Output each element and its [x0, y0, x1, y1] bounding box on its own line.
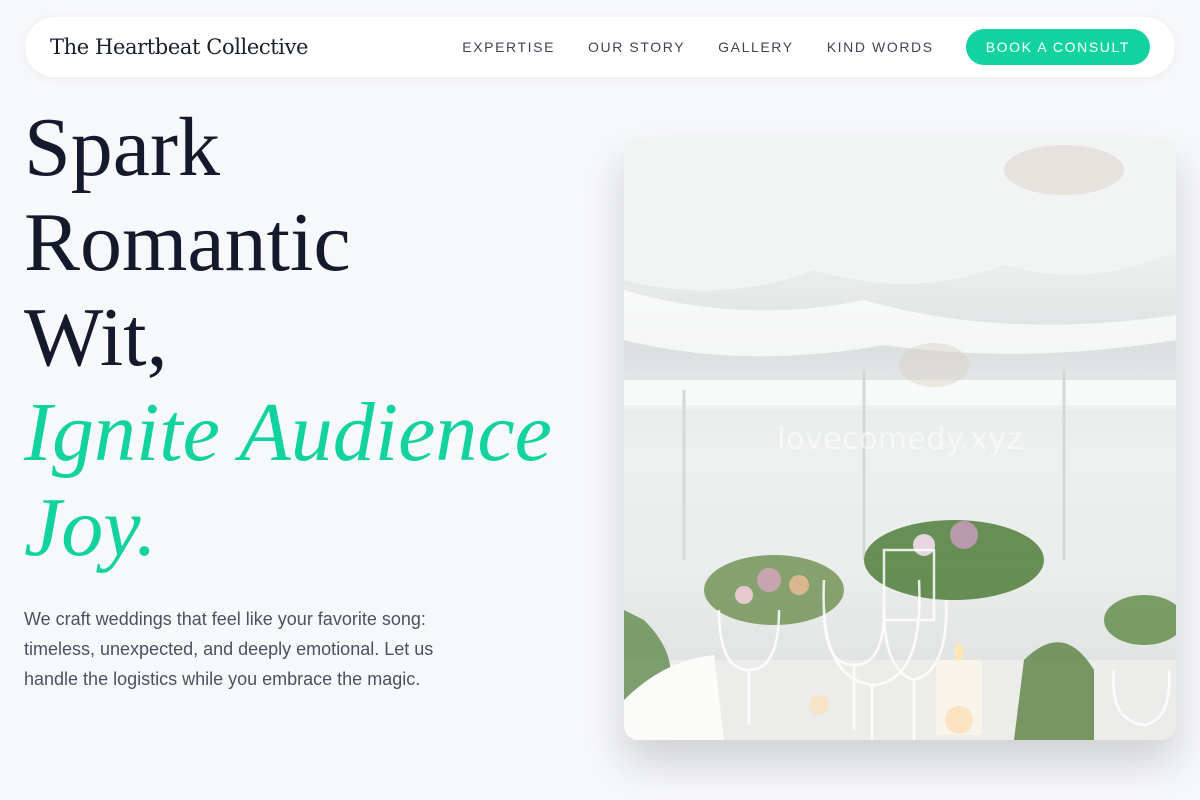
headline-line-3: Wit, [24, 291, 168, 384]
headline-line-1: Spark [24, 101, 220, 194]
book-consult-button[interactable]: BOOK A CONSULT [965, 29, 1150, 65]
hero-description: We craft weddings that feel like your fa… [24, 609, 434, 689]
brand-logo[interactable]: The Heartbeat Collective [50, 35, 308, 59]
nav-link-expertise[interactable]: EXPERTISE [462, 39, 555, 55]
headline-line-2: Romantic [24, 196, 351, 289]
nav-link-our-story[interactable]: OUR STORY [588, 39, 685, 55]
nav-link-gallery[interactable]: GALLERY [718, 39, 794, 55]
image-watermark: lovecomedy.xyz [777, 422, 1023, 457]
top-navigation: The Heartbeat Collective EXPERTISE OUR S… [25, 17, 1175, 77]
hero-headline: Spark Romantic Wit, Ignite Audience Joy. [24, 100, 594, 575]
headline-accent-line-2: Joy. [24, 481, 157, 574]
nav-link-kind-words[interactable]: KIND WORDS [827, 39, 934, 55]
nav-menu: EXPERTISE OUR STORY GALLERY KIND WORDS B… [462, 29, 1150, 65]
headline-accent-line-1: Ignite Audience [24, 386, 552, 479]
hero-image: lovecomedy.xyz [624, 140, 1176, 740]
